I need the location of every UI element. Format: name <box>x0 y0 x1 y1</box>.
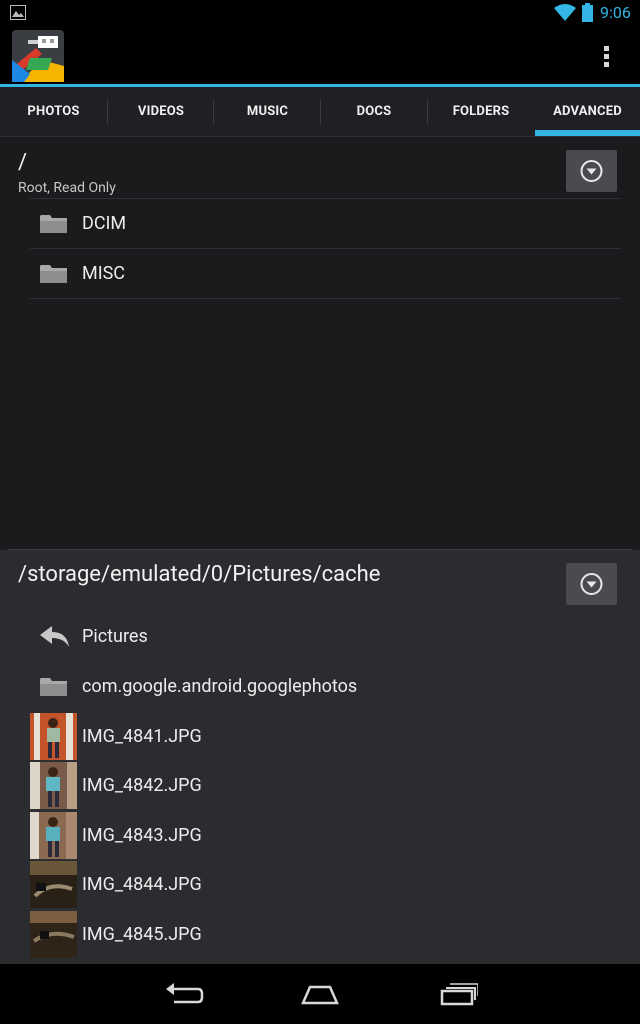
top-pane-dropdown-button[interactable] <box>566 150 617 192</box>
status-bar: 9:06 <box>0 0 640 25</box>
pane-divider <box>8 549 632 550</box>
tab-label: DOCS <box>356 104 392 119</box>
back-icon[interactable] <box>164 981 204 1007</box>
tab-label: ADVANCED <box>553 104 622 119</box>
home-icon[interactable] <box>300 981 340 1007</box>
list-item-image[interactable]: IMG_4845.JPG <box>30 909 621 959</box>
list-item-label: MISC <box>82 263 126 284</box>
tab-videos[interactable]: VIDEOS <box>108 87 214 136</box>
list-item-label: IMG_4843.JPG <box>82 825 202 846</box>
image-thumbnail <box>30 911 77 958</box>
list-item-label: IMG_4845.JPG <box>82 924 202 945</box>
image-thumbnail <box>30 861 77 908</box>
list-item-image[interactable]: IMG_4844.JPG <box>30 859 621 909</box>
tab-label: PHOTOS <box>27 104 80 119</box>
list-item-label: IMG_4842.JPG <box>82 775 202 796</box>
bottom-pane-dropdown-button[interactable] <box>566 563 617 605</box>
action-bar <box>0 25 640 84</box>
list-item-back-pictures[interactable]: Pictures <box>30 611 621 661</box>
tab-docs[interactable]: DOCS <box>321 87 427 136</box>
list-item-label: IMG_4844.JPG <box>82 874 202 895</box>
image-notification-icon <box>10 5 26 20</box>
recent-apps-icon[interactable] <box>438 981 478 1007</box>
back-arrow-icon <box>40 626 69 647</box>
list-item-folder-dcim[interactable]: DCIM <box>30 198 621 248</box>
tab-advanced[interactable]: ADVANCED <box>535 87 640 136</box>
overflow-menu-icon[interactable] <box>596 43 616 71</box>
list-item-image[interactable]: IMG_4843.JPG <box>30 810 621 860</box>
wifi-icon <box>554 4 576 21</box>
top-pane-subtitle: Root, Read Only <box>18 180 116 196</box>
active-tab-indicator <box>535 130 640 136</box>
battery-icon <box>582 3 593 22</box>
list-item-folder-googlephotos[interactable]: com.google.android.googlephotos <box>30 661 621 711</box>
image-thumbnail <box>30 713 77 760</box>
navigation-bar <box>0 964 640 1024</box>
tab-label: MUSIC <box>246 104 289 119</box>
tab-music[interactable]: MUSIC <box>214 87 321 136</box>
tab-bar: PHOTOS VIDEOS MUSIC DOCS FOLDERS ADVANCE… <box>0 87 640 137</box>
status-time: 9:06 <box>600 3 631 22</box>
tab-folders[interactable]: FOLDERS <box>428 87 534 136</box>
folder-icon <box>40 215 67 233</box>
list-item-folder-misc[interactable]: MISC <box>30 248 621 299</box>
usb-file-manager-app-icon[interactable] <box>12 30 64 82</box>
chevron-down-circle-icon <box>580 573 603 595</box>
bottom-pane-path: /storage/emulated/0/Pictures/cache <box>18 562 381 587</box>
list-item-label: IMG_4841.JPG <box>82 726 202 747</box>
tab-label: FOLDERS <box>452 104 510 119</box>
tab-photos[interactable]: PHOTOS <box>0 87 107 136</box>
folder-icon <box>40 678 67 696</box>
list-item-label: com.google.android.googlephotos <box>82 676 358 697</box>
chevron-down-circle-icon <box>580 160 603 182</box>
list-item-image[interactable]: IMG_4841.JPG <box>30 711 621 761</box>
list-item-label: DCIM <box>82 213 127 234</box>
image-thumbnail <box>30 812 77 859</box>
top-pane-path: / <box>18 150 28 175</box>
tab-label: VIDEOS <box>137 104 185 119</box>
folder-icon <box>40 265 67 283</box>
image-thumbnail <box>30 762 77 809</box>
list-item-label: Pictures <box>82 626 148 647</box>
list-item-image[interactable]: IMG_4842.JPG <box>30 760 621 810</box>
